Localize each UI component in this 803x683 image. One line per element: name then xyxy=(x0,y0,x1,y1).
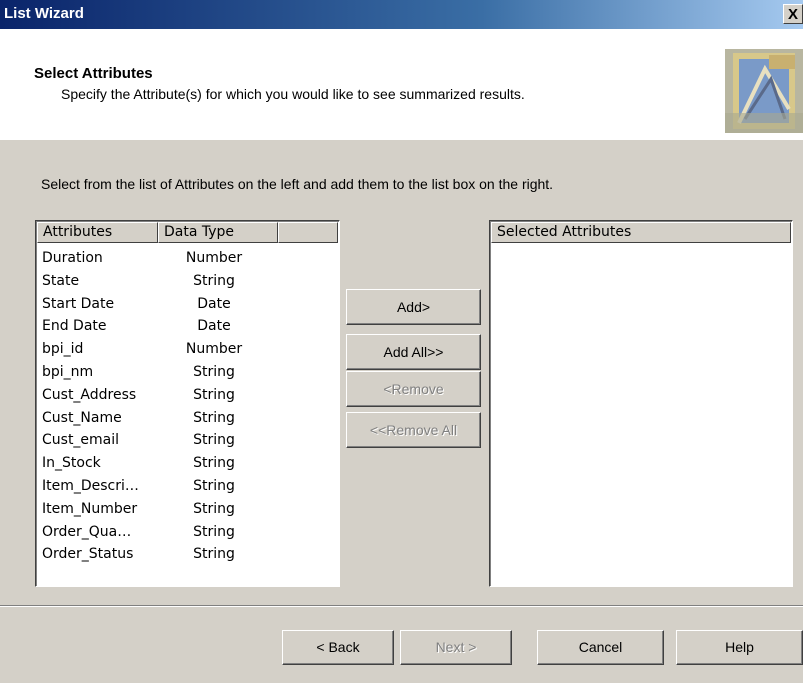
attribute-name: Duration xyxy=(42,250,103,266)
list-item[interactable]: Item_Descri… String xyxy=(36,476,316,497)
list-item[interactable]: Cust_Address String xyxy=(36,385,316,406)
attribute-name: Cust_email xyxy=(42,432,120,449)
attribute-data-type: String xyxy=(193,455,235,472)
cancel-button[interactable]: Cancel xyxy=(537,630,664,665)
attribute-data-type: String xyxy=(193,500,235,517)
attribute-data-type: String xyxy=(193,546,235,563)
header-divider xyxy=(0,139,803,140)
title-bar: List Wizard X xyxy=(0,0,803,29)
remove-button[interactable]: <Remove xyxy=(346,371,481,407)
attribute-name: bpi_nm xyxy=(42,364,94,380)
attribute-data-type: Date xyxy=(197,295,231,312)
page-subtitle: Specify the Attribute(s) for which you w… xyxy=(61,86,525,102)
list-item[interactable]: In_Stock String xyxy=(36,453,316,474)
list-item[interactable]: Item_Number String xyxy=(36,499,316,520)
list-item[interactable]: bpi_nm String xyxy=(36,362,316,383)
attribute-data-type: String xyxy=(193,272,235,289)
wizard-header: Select Attributes Specify the Attribute(… xyxy=(0,29,803,140)
attribute-data-type: Number xyxy=(185,250,243,266)
page-title: Select Attributes xyxy=(34,65,153,82)
attribute-name: End Date xyxy=(42,318,107,335)
attribute-name: Cust_Name xyxy=(42,409,122,426)
window-title: List Wizard xyxy=(4,5,84,22)
add-all-button[interactable]: Add All>> xyxy=(346,334,481,370)
close-button[interactable]: X xyxy=(783,4,803,24)
list-item[interactable]: Cust_Name String xyxy=(36,408,316,429)
attribute-name: Item_Number xyxy=(42,500,138,517)
attribute-name: Order_Status xyxy=(42,546,134,563)
remove-all-button[interactable]: <<Remove All xyxy=(346,412,481,448)
attribute-name: Order_Qua… xyxy=(42,523,132,540)
instruction-text: Select from the list of Attributes on th… xyxy=(41,176,554,192)
attribute-data-type: String xyxy=(193,386,235,403)
attribute-data-type: String xyxy=(193,364,235,380)
attribute-name: Start Date xyxy=(42,295,115,312)
list-item[interactable]: Duration Number xyxy=(36,248,316,269)
attribute-name: State xyxy=(42,272,80,289)
list-item[interactable]: Start Date Date xyxy=(36,294,316,315)
add-button[interactable]: Add> xyxy=(346,289,481,325)
attribute-data-type: Date xyxy=(197,318,231,335)
list-item[interactable]: State String xyxy=(36,271,316,292)
attribute-name: Cust_Address xyxy=(42,386,137,403)
back-button[interactable]: < Back xyxy=(282,630,394,665)
column-header-selected-attributes[interactable]: Selected Attributes xyxy=(491,222,791,243)
attribute-name: Item_Descri… xyxy=(42,478,139,494)
attribute-data-type: Number xyxy=(185,341,243,358)
attribute-data-type: String xyxy=(193,478,235,494)
next-button[interactable]: Next > xyxy=(400,630,512,665)
close-icon: X xyxy=(787,6,798,23)
list-item[interactable]: Order_Qua… String xyxy=(36,522,316,543)
attribute-data-type: String xyxy=(193,523,235,540)
list-item[interactable]: Order_Status String xyxy=(36,544,316,565)
column-header-blank[interactable] xyxy=(278,222,338,243)
attribute-data-type: String xyxy=(193,432,235,449)
list-item[interactable]: bpi_id Number xyxy=(36,339,316,360)
attribute-name: In_Stock xyxy=(42,455,101,472)
help-button[interactable]: Help xyxy=(676,630,803,665)
attribute-data-type: String xyxy=(193,409,235,426)
column-header-data-type[interactable]: Data Type xyxy=(158,222,278,243)
attributes-list[interactable]: Attributes Data Type Duration Number State… xyxy=(35,220,340,587)
attribute-name: bpi_id xyxy=(42,341,84,358)
list-item[interactable]: Cust_email String xyxy=(36,430,316,451)
footer-divider xyxy=(0,605,803,607)
column-header-attributes[interactable]: Attributes xyxy=(37,222,158,243)
wizard-graphic-icon xyxy=(725,49,803,133)
list-item[interactable]: End Date Date xyxy=(36,316,316,337)
selected-attributes-list[interactable]: Selected Attributes xyxy=(489,220,793,587)
